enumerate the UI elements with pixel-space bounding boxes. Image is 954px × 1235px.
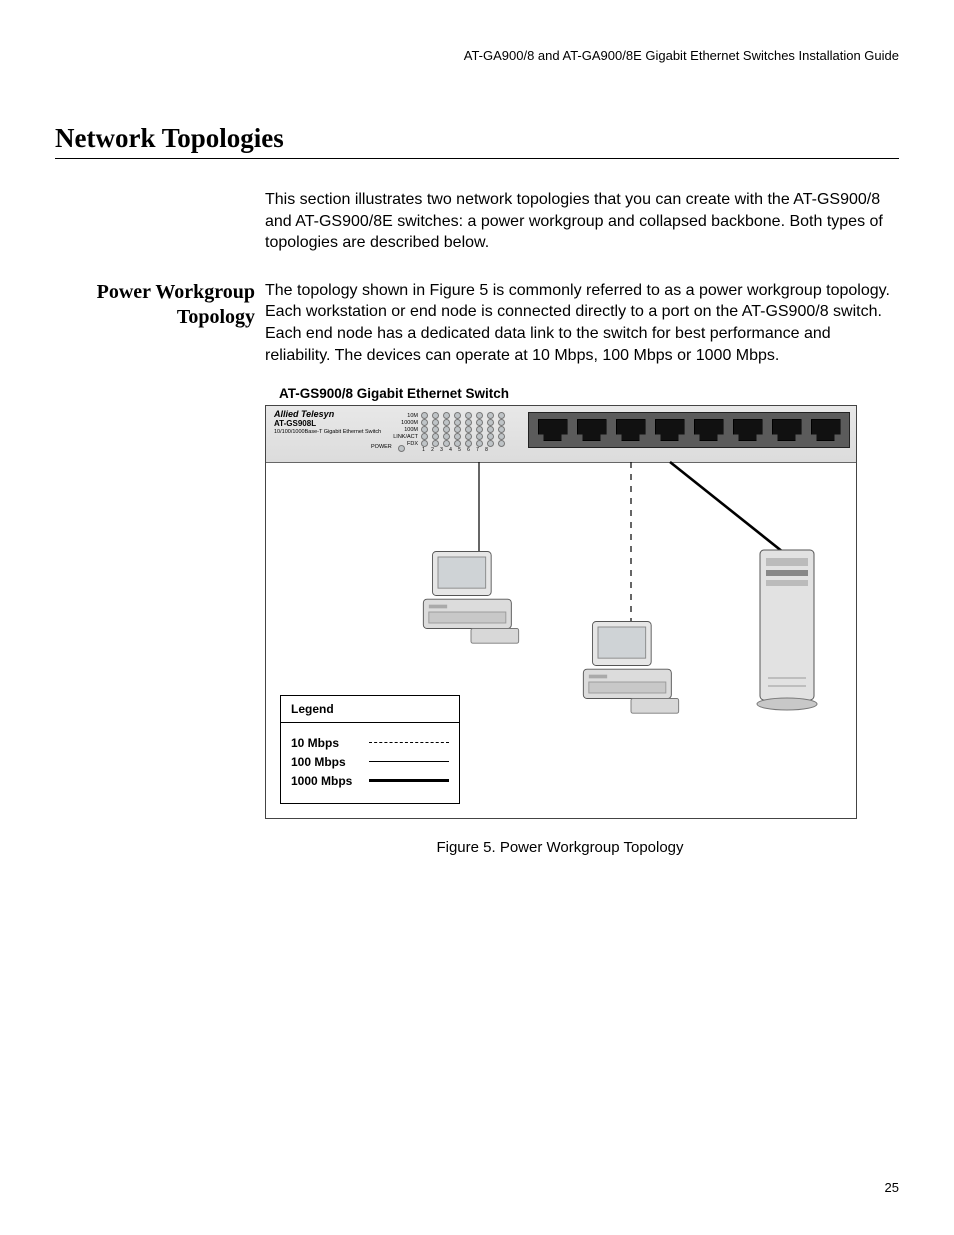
figure-device-title: AT-GS900/8 Gigabit Ethernet Switch bbox=[279, 386, 899, 401]
ethernet-switch: Allied Telesyn AT-GS908L 10/100/1000Base… bbox=[266, 406, 856, 463]
switch-label: Allied Telesyn AT-GS908L 10/100/1000Base… bbox=[274, 410, 381, 435]
page-number: 25 bbox=[885, 1180, 899, 1195]
server-icon bbox=[754, 546, 824, 721]
ethernet-port-icon bbox=[694, 419, 724, 441]
ethernet-port-icon bbox=[772, 419, 802, 441]
section-rule bbox=[55, 158, 899, 159]
ethernet-port-icon bbox=[577, 419, 607, 441]
figure-caption: Figure 5. Power Workgroup Topology bbox=[265, 839, 855, 856]
legend-row: 1000 Mbps bbox=[291, 774, 449, 788]
led-label: 1000M bbox=[386, 420, 421, 426]
led-port-numbers: 12345678 bbox=[421, 447, 505, 453]
led-label: LINK/ACT bbox=[386, 434, 421, 440]
margin-heading: Power Workgroup Topology bbox=[55, 280, 265, 330]
workstation-icon bbox=[576, 616, 686, 722]
topology-diagram: Allied Telesyn AT-GS908L 10/100/1000Base… bbox=[265, 405, 857, 819]
legend-title: Legend bbox=[281, 696, 459, 723]
switch-model: AT-GS908L bbox=[274, 420, 381, 429]
line-thick-icon bbox=[369, 779, 449, 782]
ethernet-port-icon bbox=[811, 419, 841, 441]
led-label: 10M bbox=[386, 413, 421, 419]
power-label: POWER bbox=[371, 444, 392, 450]
legend-label: 1000 Mbps bbox=[291, 774, 369, 788]
switch-desc: 10/100/1000Base-T Gigabit Ethernet Switc… bbox=[274, 429, 381, 435]
legend-box: Legend 10 Mbps 100 Mbps 1000 Mbps bbox=[280, 695, 460, 804]
ethernet-port-icon bbox=[733, 419, 763, 441]
legend-row: 10 Mbps bbox=[291, 736, 449, 750]
ethernet-port-icon bbox=[538, 419, 568, 441]
ethernet-port-icon bbox=[655, 419, 685, 441]
body-paragraph: The topology shown in Figure 5 is common… bbox=[265, 280, 899, 366]
running-header: AT-GA900/8 and AT-GA900/8E Gigabit Ether… bbox=[55, 48, 899, 63]
line-thin-icon bbox=[369, 761, 449, 762]
section-title: Network Topologies bbox=[55, 123, 899, 154]
workstation-icon bbox=[416, 546, 526, 652]
intro-paragraph: This section illustrates two network top… bbox=[265, 189, 899, 254]
legend-label: 10 Mbps bbox=[291, 736, 369, 750]
port-panel bbox=[528, 412, 850, 448]
ethernet-port-icon bbox=[616, 419, 646, 441]
led-label: 100M bbox=[386, 427, 421, 433]
legend-label: 100 Mbps bbox=[291, 755, 369, 769]
line-dashed-icon bbox=[369, 742, 449, 743]
legend-row: 100 Mbps bbox=[291, 755, 449, 769]
